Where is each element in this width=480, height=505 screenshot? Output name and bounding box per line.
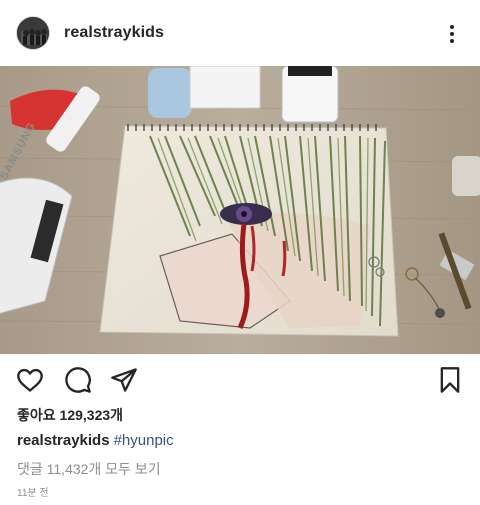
share-icon bbox=[111, 368, 137, 392]
comment-icon bbox=[65, 367, 91, 393]
bookmark-icon bbox=[440, 367, 460, 393]
post-timestamp: 11분 전 bbox=[17, 488, 49, 499]
caption: realstraykids #hyunpic bbox=[17, 432, 174, 449]
more-icon bbox=[450, 25, 454, 29]
caption-hashtag[interactable]: #hyunpic bbox=[114, 432, 174, 449]
avatar[interactable] bbox=[16, 16, 50, 50]
header-username[interactable]: realstraykids bbox=[64, 24, 164, 42]
view-all-comments-link[interactable]: 댓글 11,432개 모두 보기 bbox=[17, 459, 161, 479]
save-button[interactable] bbox=[436, 366, 464, 394]
more-icon-dot bbox=[450, 32, 454, 36]
likes-label: 좋아요 bbox=[17, 407, 56, 423]
likes-count[interactable]: 좋아요 129,323개 bbox=[17, 405, 123, 425]
like-button[interactable] bbox=[16, 366, 44, 394]
more-options-button[interactable] bbox=[440, 22, 464, 46]
likes-number: 129,323개 bbox=[59, 407, 124, 423]
more-icon-dot bbox=[450, 39, 454, 43]
caption-username[interactable]: realstraykids bbox=[17, 432, 110, 449]
post-image[interactable]: SAMSUNG bbox=[0, 66, 480, 354]
share-button[interactable] bbox=[110, 366, 138, 394]
action-bar bbox=[0, 362, 480, 398]
heart-icon bbox=[17, 368, 43, 392]
avatar-image bbox=[17, 17, 49, 49]
post-header: realstraykids bbox=[0, 0, 480, 66]
post-photo bbox=[0, 66, 480, 354]
comment-button[interactable] bbox=[64, 366, 92, 394]
